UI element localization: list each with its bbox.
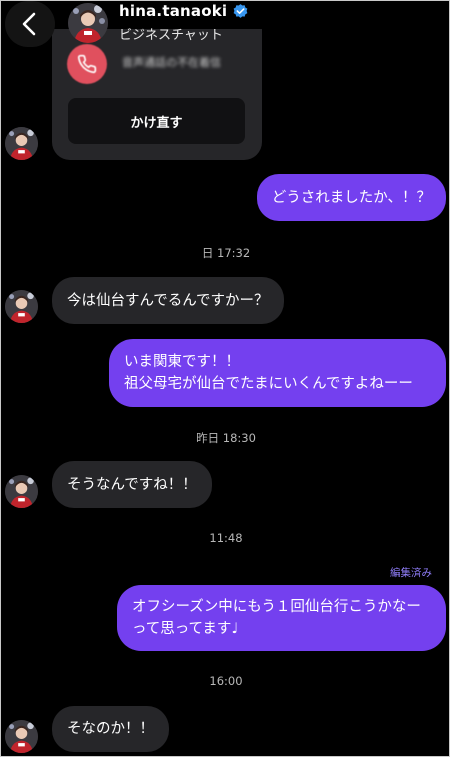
- edited-label: 編集済み: [390, 567, 432, 579]
- message-text-line: 祖父母宅が仙台でたまにいくんですよねーー: [124, 376, 413, 392]
- message-text: どうされましたか、！？: [271, 189, 431, 206]
- timestamp: 11:48: [209, 531, 243, 545]
- message-bubble-outgoing[interactable]: どうされましたか、！？: [256, 174, 446, 221]
- message-text: そなのか！！: [67, 721, 154, 737]
- username-row[interactable]: hina.tanaoki: [119, 2, 249, 20]
- message-text: 今は仙台すんでるんですかー？: [67, 292, 269, 309]
- message-bubble-incoming[interactable]: そなのか！！: [52, 706, 169, 752]
- back-button[interactable]: [5, 1, 55, 47]
- verified-badge-icon: [233, 3, 248, 18]
- chevron-left-icon: [22, 12, 36, 36]
- avatar[interactable]: [5, 720, 38, 753]
- username: hina.tanaoki: [119, 2, 228, 20]
- message-text-line: って思ってます♩: [132, 621, 239, 637]
- missed-call-text: 音声通話の不在着信: [122, 56, 221, 69]
- message-text-line: オフシーズン中にもう１回仙台行こうかなー: [132, 599, 421, 615]
- message-bubble-incoming[interactable]: そうなんですね！！: [52, 461, 212, 508]
- missed-call-card: 音声通話の不在着信 かけ直す: [52, 29, 262, 160]
- header-avatar[interactable]: [68, 3, 108, 43]
- message-bubble-incoming[interactable]: 今は仙台すんでるんですかー？: [52, 277, 284, 324]
- timestamp: 16:00: [209, 674, 243, 688]
- message-text: そうなんですね！！: [67, 476, 197, 493]
- chat-type-label: ビジネスチャット: [119, 28, 223, 43]
- chat-screen: 音声通話の不在着信 かけ直す hina.tanaoki ビジネスチャット どうさ…: [0, 0, 450, 757]
- avatar[interactable]: [5, 475, 38, 508]
- avatar[interactable]: [5, 290, 38, 323]
- message-text-line: いま関東です！！: [124, 354, 240, 370]
- message-bubble-outgoing[interactable]: オフシーズン中にもう１回仙台行こうかなー って思ってます♩: [117, 585, 446, 651]
- timestamp: 昨日 18:30: [196, 431, 256, 445]
- phone-missed-icon: [67, 44, 107, 84]
- message-bubble-outgoing[interactable]: いま関東です！！ 祖父母宅が仙台でたまにいくんですよねーー: [109, 339, 446, 407]
- timestamp: 日 17:32: [201, 246, 251, 260]
- avatar[interactable]: [5, 127, 38, 160]
- call-back-button[interactable]: かけ直す: [68, 98, 245, 144]
